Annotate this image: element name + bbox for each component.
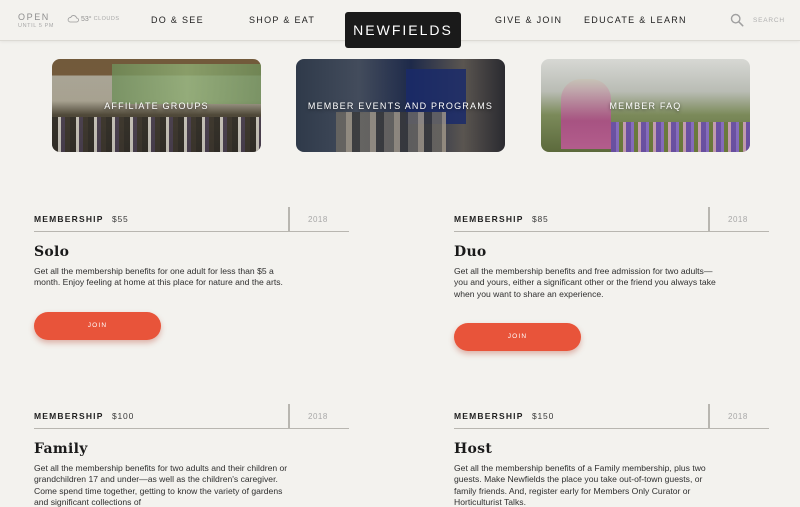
join-button[interactable]: JOIN [34, 311, 161, 340]
search-icon[interactable] [730, 13, 744, 27]
nav-give-and-join[interactable]: GIVE & JOIN [495, 15, 562, 25]
nav-educate-and-learn[interactable]: EDUCATE & LEARN [584, 15, 687, 25]
card-label: MEMBER EVENTS AND PROGRAMS [307, 100, 494, 111]
membership-keyword: MEMBERSHIP [454, 214, 524, 224]
card-label: AFFILIATE GROUPS [104, 100, 209, 111]
membership-description: Get all the membership benefits for two … [34, 463, 288, 507]
open-until-label: UNTIL 5 PM [18, 23, 55, 29]
membership-keyword: MEMBERSHIP [454, 411, 524, 421]
newfields-logo[interactable]: NEWFIELDS [345, 12, 461, 48]
cloud-icon [67, 15, 79, 23]
membership-price: $150 [532, 411, 555, 421]
membership-keyword: MEMBERSHIP [34, 411, 104, 421]
card-affiliate-groups[interactable]: AFFILIATE GROUPS [52, 59, 261, 152]
membership-header: MEMBERSHIP $150 2018 [454, 404, 769, 429]
membership-title: Host [454, 441, 493, 457]
membership-description: Get all the membership benefits and free… [454, 266, 716, 299]
membership-description: Get all the membership benefits for one … [34, 266, 283, 288]
open-status: OPEN UNTIL 5 PM [18, 12, 54, 29]
membership-host: MEMBERSHIP $150 2018 Host Get all the me… [454, 404, 769, 507]
membership-price: $55 [112, 214, 129, 224]
membership-year: 2018 [308, 215, 328, 224]
nav-do-and-see[interactable]: DO & SEE [151, 15, 204, 25]
membership-price: $100 [112, 411, 135, 421]
card-member-events[interactable]: MEMBER EVENTS AND PROGRAMS [296, 59, 505, 152]
weather-temperature: 53° [81, 15, 92, 23]
membership-family: MEMBERSHIP $100 2018 Family Get all the … [34, 404, 349, 507]
membership-year: 2018 [728, 215, 748, 224]
weather-widget: 53° CLOUDS [67, 14, 120, 24]
nav-shop-and-eat[interactable]: SHOP & EAT [249, 15, 315, 25]
weather-condition: CLOUDS [93, 16, 120, 22]
card-label: MEMBER FAQ [609, 100, 682, 111]
header-divider [708, 207, 710, 232]
card-member-faq[interactable]: MEMBER FAQ [541, 59, 750, 152]
membership-solo: MEMBERSHIP $55 2018 Solo Get all the mem… [34, 207, 349, 340]
membership-description: Get all the membership benefits of a Fam… [454, 463, 706, 507]
membership-price: $85 [532, 214, 549, 224]
membership-year: 2018 [728, 412, 748, 421]
membership-title: Duo [454, 244, 487, 260]
open-label: OPEN [18, 12, 50, 22]
membership-year: 2018 [308, 412, 328, 421]
membership-header: MEMBERSHIP $100 2018 [34, 404, 349, 429]
membership-keyword: MEMBERSHIP [34, 214, 104, 224]
header-divider [288, 404, 290, 429]
membership-header: MEMBERSHIP $85 2018 [454, 207, 769, 232]
membership-title: Family [34, 441, 88, 457]
search-label[interactable]: SEARCH [753, 17, 785, 24]
membership-title: Solo [34, 244, 70, 260]
join-button[interactable]: JOIN [454, 322, 581, 351]
header-divider [288, 207, 290, 232]
membership-header: MEMBERSHIP $55 2018 [34, 207, 349, 232]
header-divider [708, 404, 710, 429]
membership-duo: MEMBERSHIP $85 2018 Duo Get all the memb… [454, 207, 769, 351]
